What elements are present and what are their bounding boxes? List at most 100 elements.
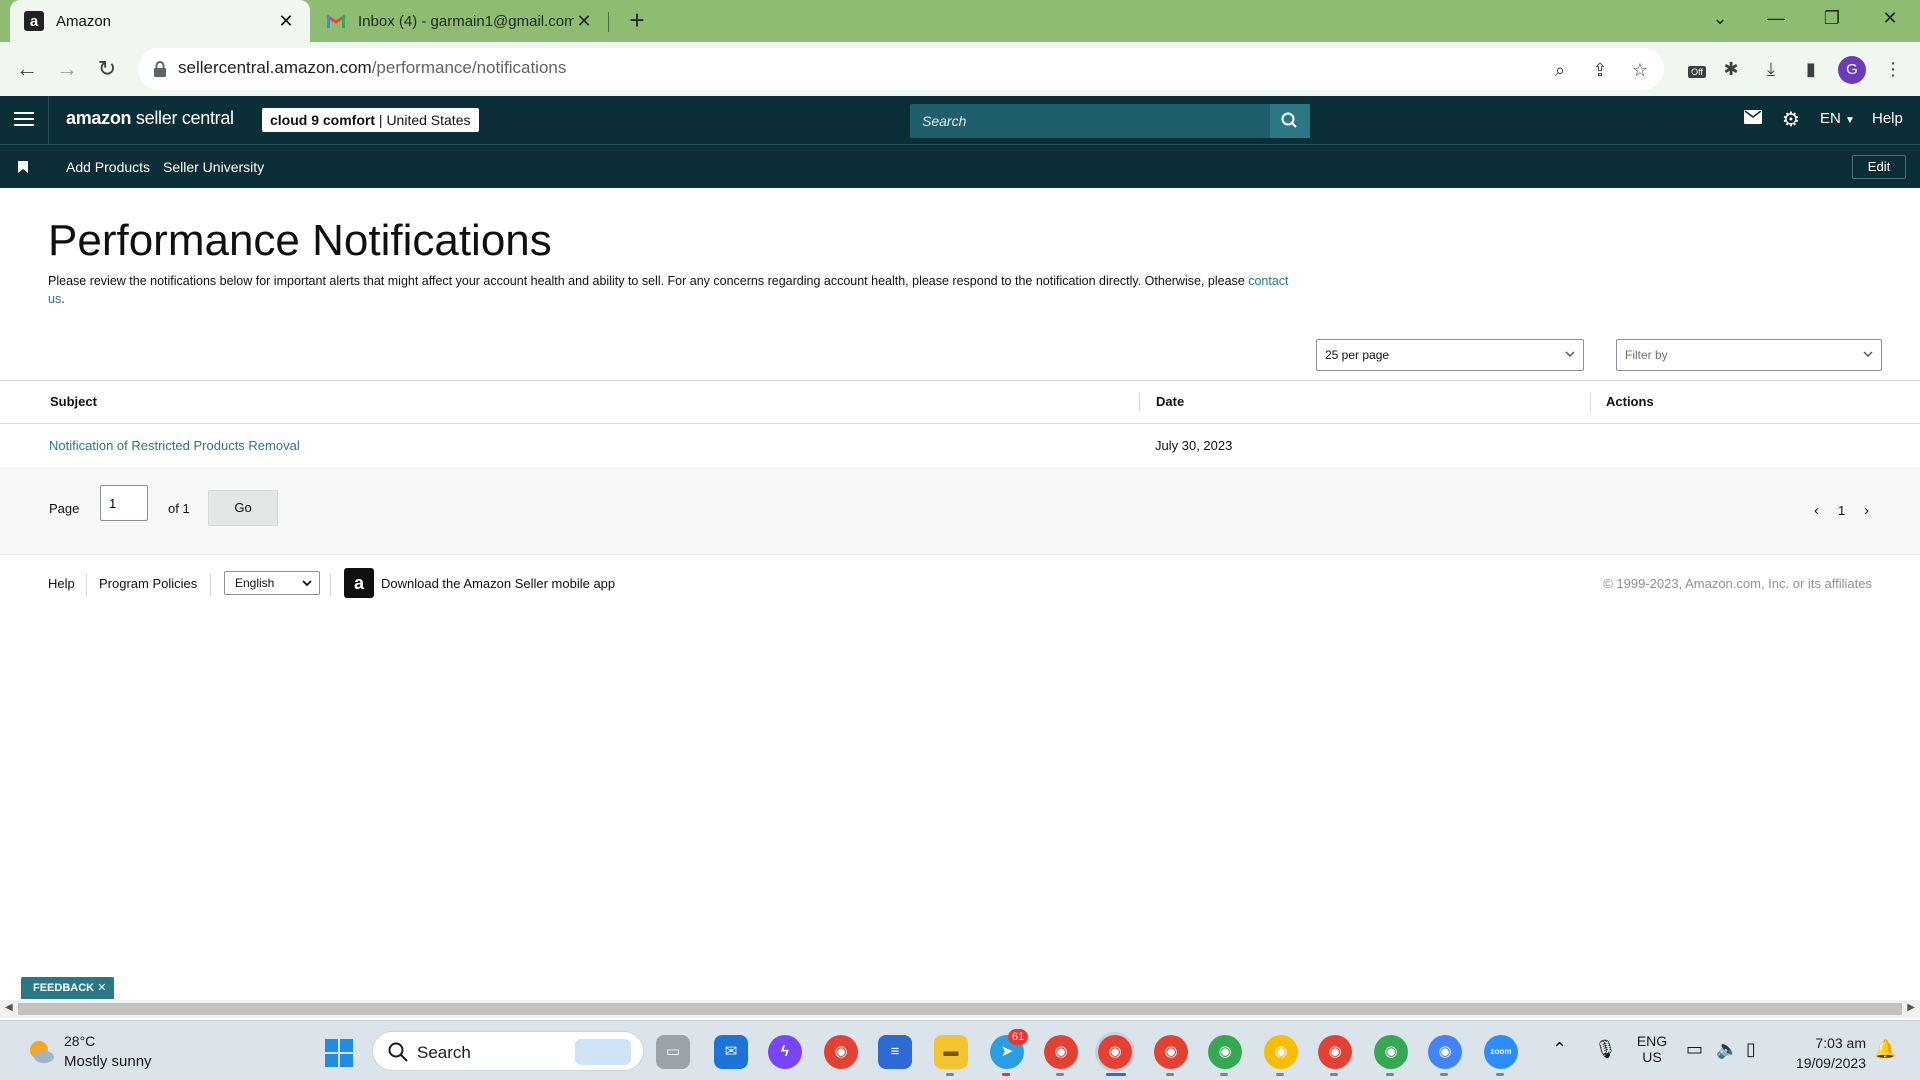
previous-page-icon[interactable]: ‹ [1814, 502, 1819, 519]
file-explorer-icon[interactable]: ▬ [934, 1035, 968, 1069]
side-panel-icon[interactable]: ▮ [1798, 56, 1824, 82]
go-button[interactable]: Go [208, 490, 278, 526]
windows-start-icon[interactable] [324, 1038, 354, 1068]
edit-button[interactable]: Edit [1852, 155, 1906, 179]
tab-search-chevron-icon[interactable]: ⌄ [1692, 0, 1748, 36]
weather-sun-icon[interactable] [26, 1037, 56, 1067]
page-number-input[interactable] [100, 485, 148, 521]
notification-date: July 30, 2023 [1155, 438, 1233, 453]
running-indicator [1106, 1073, 1126, 1076]
footer-language-select[interactable]: English [224, 571, 320, 595]
chrome-profile-icon[interactable]: ◉ [1374, 1035, 1408, 1069]
store-switcher[interactable]: cloud 9 comfort | United States [262, 108, 479, 132]
network-icon[interactable]: ▭ [1686, 1039, 1703, 1060]
scroll-right-icon[interactable]: ▶ [1907, 1002, 1915, 1013]
mail-app-icon[interactable]: ✉ [714, 1035, 748, 1069]
reload-icon[interactable]: ↻ [92, 54, 122, 84]
mail-icon[interactable] [1744, 110, 1762, 128]
volume-icon[interactable]: 🔈 [1716, 1039, 1738, 1060]
per-page-select[interactable]: 25 per page [1316, 339, 1584, 371]
microphone-icon[interactable]: 🎙 [1594, 1039, 1617, 1060]
footer-divider [330, 574, 331, 596]
seller-central-header: amazon seller central cloud 9 comfort | … [0, 96, 1920, 144]
taskbar-search-label: Search [417, 1043, 471, 1062]
battery-icon[interactable]: ▯ [1746, 1039, 1756, 1060]
running-indicator [1496, 1073, 1504, 1076]
zoom-icon[interactable]: ⌕ [1548, 58, 1572, 82]
download-icon[interactable]: ⤓ [1758, 56, 1784, 82]
copyright-text: © 1999-2023, Amazon.com, Inc. or its aff… [1603, 576, 1872, 591]
seller-central-logo[interactable]: amazon seller central [66, 108, 234, 129]
chrome-profile-icon[interactable]: ◉ [1208, 1035, 1242, 1069]
minimize-icon[interactable]: — [1748, 0, 1804, 36]
nav-add-products[interactable]: Add Products [66, 159, 150, 175]
running-indicator [1166, 1073, 1174, 1076]
chrome-menu-icon[interactable]: ⋮ [1880, 56, 1906, 82]
forward-arrow-icon[interactable]: → [52, 54, 82, 84]
filter-select[interactable]: Filter by [1616, 339, 1882, 371]
new-tab-icon[interactable]: + [622, 6, 652, 36]
chrome-icon[interactable]: ◉ [824, 1035, 858, 1069]
current-page-number[interactable]: 1 [1838, 503, 1845, 518]
footer-help-link[interactable]: Help [48, 576, 75, 591]
hamburger-menu-icon[interactable] [14, 108, 34, 130]
scrollbar-thumb[interactable] [18, 1003, 1902, 1015]
tray-chevron-up-icon[interactable]: ⌃ [1552, 1039, 1567, 1060]
window-close-icon[interactable]: ✕ [1862, 0, 1918, 36]
chrome-profile-icon[interactable]: ◉ [1044, 1035, 1078, 1069]
extensions-puzzle-icon[interactable]: ✱ [1718, 56, 1744, 82]
tab-amazon[interactable]: a Amazon ✕ [10, 0, 310, 42]
chrome-profile-icon[interactable]: ◉ [1154, 1035, 1188, 1069]
close-tab-icon[interactable]: ✕ [574, 11, 594, 32]
running-indicator [1386, 1073, 1394, 1076]
nav-seller-university[interactable]: Seller University [163, 159, 264, 175]
language-switcher[interactable]: EN ▼ [1820, 110, 1855, 127]
search-input[interactable] [910, 104, 1270, 138]
footer-program-policies-link[interactable]: Program Policies [99, 576, 197, 591]
close-tab-icon[interactable]: ✕ [276, 11, 296, 32]
search-icon [388, 1042, 408, 1062]
next-page-icon[interactable]: › [1864, 502, 1869, 519]
page-footer: Help Program Policies English a Download… [0, 566, 1920, 606]
search-button[interactable] [1270, 104, 1310, 138]
messenger-icon[interactable]: ϟ [768, 1035, 802, 1069]
running-indicator [1440, 1073, 1448, 1076]
address-bar[interactable]: sellercentral.amazon.com/performance/not… [138, 48, 1664, 90]
settings-gear-icon[interactable]: ⚙ [1782, 107, 1800, 132]
share-icon[interactable]: ⇪ [1588, 58, 1612, 82]
bookmark-star-icon[interactable]: ☆ [1628, 58, 1652, 82]
gmail-favicon-icon [326, 11, 346, 31]
help-link[interactable]: Help [1872, 110, 1903, 127]
zoom-app-icon[interactable]: zoom [1484, 1035, 1518, 1069]
browser-tabstrip: a Amazon ✕ Inbox (4) - garmain1@gmail.co… [0, 0, 1920, 42]
back-arrow-icon[interactable]: ← [12, 54, 42, 84]
amazon-app-icon[interactable]: a [344, 568, 374, 598]
tab-divider [608, 12, 609, 32]
tab-gmail[interactable]: Inbox (4) - garmain1@gmail.com ✕ [312, 0, 608, 42]
close-icon[interactable]: ✕ [97, 982, 106, 994]
feedback-button[interactable]: FEEDBACK ✕ [21, 977, 114, 999]
restore-icon[interactable]: ❐ [1804, 0, 1860, 36]
notepad-icon[interactable]: ≡ [878, 1035, 912, 1069]
bookmark-icon[interactable] [18, 161, 28, 173]
chrome-profile-icon[interactable]: ◉ [1098, 1035, 1132, 1069]
telegram-unread-badge: 61 [1008, 1029, 1029, 1045]
notification-subject-link[interactable]: Notification of Restricted Products Remo… [49, 438, 300, 453]
page-title: Performance Notifications [48, 216, 552, 265]
profile-avatar[interactable]: G [1838, 56, 1866, 84]
taskbar-search[interactable]: Search [372, 1031, 644, 1071]
notifications-bell-icon[interactable]: 🔔 [1874, 1039, 1896, 1060]
system-clock[interactable]: 7:03 am 19/09/2023 [1796, 1033, 1866, 1073]
task-view-icon[interactable]: ▭ [656, 1035, 690, 1069]
chrome-profile-icon[interactable]: ◉ [1428, 1035, 1462, 1069]
horizontal-scrollbar[interactable]: ◀ ▶ [0, 1000, 1920, 1018]
chrome-profile-icon[interactable]: ◉ [1264, 1035, 1298, 1069]
search-icon [1281, 112, 1297, 128]
scroll-left-icon[interactable]: ◀ [5, 1002, 13, 1013]
column-divider [1139, 393, 1140, 411]
input-language[interactable]: ENG US [1632, 1033, 1672, 1065]
extension-off-icon[interactable]: Off [1684, 56, 1710, 82]
table-header: Subject Date Actions [0, 381, 1920, 424]
download-app-link[interactable]: Download the Amazon Seller mobile app [381, 576, 615, 591]
chrome-profile-icon[interactable]: ◉ [1318, 1035, 1352, 1069]
